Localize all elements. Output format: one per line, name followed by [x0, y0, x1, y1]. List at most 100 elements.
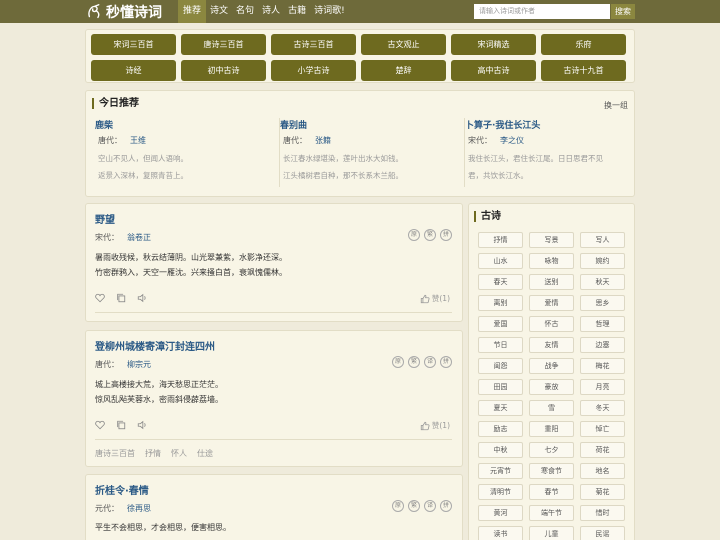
author-link[interactable]: 王维	[130, 136, 146, 145]
sidebar-tag[interactable]: 友情	[529, 337, 574, 353]
author-link[interactable]: 徐再思	[127, 504, 151, 513]
sidebar-tag[interactable]: 爱国	[478, 316, 523, 332]
recommend-poem-title[interactable]: 春别曲	[280, 118, 449, 131]
like-button[interactable]: 赞(1)	[420, 293, 450, 304]
sidebar-tag[interactable]: 战争	[529, 358, 574, 374]
copy-icon[interactable]	[116, 293, 126, 303]
poem-title[interactable]: 折桂令·春情	[95, 482, 149, 497]
sidebar-tag[interactable]: 梅花	[580, 358, 625, 374]
heart-icon[interactable]	[95, 420, 105, 430]
sidebar-tag[interactable]: 送别	[529, 274, 574, 290]
sidebar-tag[interactable]: 离别	[478, 295, 523, 311]
sidebar-tag[interactable]: 抒情	[478, 232, 523, 248]
author-link[interactable]: 翁卷正	[127, 233, 151, 242]
sidebar-tag[interactable]: 怀古	[529, 316, 574, 332]
sidebar-tag[interactable]: 田园	[478, 379, 523, 395]
sidebar-tag[interactable]: 月亮	[580, 379, 625, 395]
original-badge[interactable]: 原	[408, 229, 420, 241]
sidebar-tag[interactable]: 豪放	[529, 379, 574, 395]
poem-tag[interactable]: 仕途	[197, 448, 213, 459]
sidebar-tag[interactable]: 菊花	[580, 484, 625, 500]
sidebar-tag[interactable]: 元宵节	[478, 463, 523, 479]
sidebar-tag[interactable]: 边塞	[580, 337, 625, 353]
sidebar-tag[interactable]: 民谣	[580, 526, 625, 540]
original-badge[interactable]: 原	[392, 500, 404, 512]
poem-tag[interactable]: 抒情	[145, 448, 161, 459]
sidebar-tag[interactable]: 哲理	[580, 316, 625, 332]
sidebar-tag[interactable]: 重阳	[529, 421, 574, 437]
sidebar-tag[interactable]: 黄河	[478, 505, 523, 521]
category-button[interactable]: 古文观止	[361, 34, 446, 55]
sidebar-tag[interactable]: 地名	[580, 463, 625, 479]
sidebar-tag[interactable]: 思乡	[580, 295, 625, 311]
traditional-badge[interactable]: 繁	[424, 229, 436, 241]
sidebar-tag[interactable]: 节日	[478, 337, 523, 353]
sidebar-tag[interactable]: 清明节	[478, 484, 523, 500]
sidebar-tag[interactable]: 春节	[529, 484, 574, 500]
sidebar-tag[interactable]: 山水	[478, 253, 523, 269]
sidebar-tag[interactable]: 中秋	[478, 442, 523, 458]
sidebar-tag[interactable]: 雪	[529, 400, 574, 416]
recommend-poem-title[interactable]: 鹿柴	[95, 118, 265, 131]
pinyin-badge[interactable]: 拼	[440, 500, 452, 512]
category-button[interactable]: 宋词三百首	[91, 34, 176, 55]
traditional-badge[interactable]: 繁	[408, 356, 420, 368]
sidebar-tag[interactable]: 闺怨	[478, 358, 523, 374]
sidebar-tag[interactable]: 励志	[478, 421, 523, 437]
category-button[interactable]: 初中古诗	[181, 60, 266, 81]
nav-quotes[interactable]: 名句	[232, 0, 258, 23]
sidebar-tag[interactable]: 咏物	[529, 253, 574, 269]
nav-recommend[interactable]: 推荐	[178, 0, 207, 23]
speaker-icon[interactable]	[137, 293, 147, 303]
heart-icon[interactable]	[95, 293, 105, 303]
pinyin-badge[interactable]: 拼	[440, 356, 452, 368]
recommend-poem-title[interactable]: 卜算子·我住长江头	[465, 118, 634, 131]
original-badge[interactable]: 原	[392, 356, 404, 368]
poem-title[interactable]: 登柳州城楼寄漳汀封连四州	[95, 338, 215, 353]
nav-songs[interactable]: 诗词歌!	[310, 0, 349, 23]
sidebar-tag[interactable]: 秋天	[580, 274, 625, 290]
translation-badge[interactable]: 译	[424, 500, 436, 512]
sidebar-tag[interactable]: 写人	[580, 232, 625, 248]
category-button[interactable]: 高中古诗	[451, 60, 536, 81]
category-button[interactable]: 宋词精选	[451, 34, 536, 55]
sidebar-tag[interactable]: 爱情	[529, 295, 574, 311]
copy-icon[interactable]	[116, 420, 126, 430]
translation-badge[interactable]: 译	[424, 356, 436, 368]
poem-tag[interactable]: 唐诗三百首	[95, 448, 135, 459]
search-button[interactable]: 搜索	[611, 4, 635, 19]
category-button[interactable]: 唐诗三百首	[181, 34, 266, 55]
nav-poems[interactable]: 诗文	[206, 0, 232, 23]
pinyin-badge[interactable]: 拼	[440, 229, 452, 241]
category-button[interactable]: 诗经	[91, 60, 176, 81]
category-button[interactable]: 乐府	[541, 34, 626, 55]
traditional-badge[interactable]: 繁	[408, 500, 420, 512]
sidebar-tag[interactable]: 寒食节	[529, 463, 574, 479]
nav-poets[interactable]: 诗人	[258, 0, 284, 23]
sidebar-tag[interactable]: 七夕	[529, 442, 574, 458]
sidebar-tag[interactable]: 春天	[478, 274, 523, 290]
sidebar-tag[interactable]: 惜时	[580, 505, 625, 521]
search-input[interactable]: 请输入诗词或作者	[474, 4, 610, 19]
poem-title[interactable]: 野望	[95, 211, 115, 226]
site-logo[interactable]: 秒懂诗词	[86, 1, 162, 22]
poem-tag[interactable]: 怀人	[171, 448, 187, 459]
speaker-icon[interactable]	[137, 420, 147, 430]
switch-group-link[interactable]: 换一组	[604, 100, 628, 111]
sidebar-tag[interactable]: 婉约	[580, 253, 625, 269]
author-link[interactable]: 李之仪	[500, 136, 524, 145]
sidebar-tag[interactable]: 夏天	[478, 400, 523, 416]
nav-classics[interactable]: 古籍	[284, 0, 310, 23]
category-button[interactable]: 小学古诗	[271, 60, 356, 81]
author-link[interactable]: 张籍	[315, 136, 331, 145]
category-button[interactable]: 古诗十九首	[541, 60, 626, 81]
sidebar-tag[interactable]: 读书	[478, 526, 523, 540]
sidebar-tag[interactable]: 荷花	[580, 442, 625, 458]
sidebar-tag[interactable]: 端午节	[529, 505, 574, 521]
sidebar-tag[interactable]: 写景	[529, 232, 574, 248]
sidebar-tag[interactable]: 儿童	[529, 526, 574, 540]
category-button[interactable]: 楚辞	[361, 60, 446, 81]
like-button[interactable]: 赞(1)	[420, 420, 450, 431]
sidebar-tag[interactable]: 冬天	[580, 400, 625, 416]
author-link[interactable]: 柳宗元	[127, 360, 151, 369]
